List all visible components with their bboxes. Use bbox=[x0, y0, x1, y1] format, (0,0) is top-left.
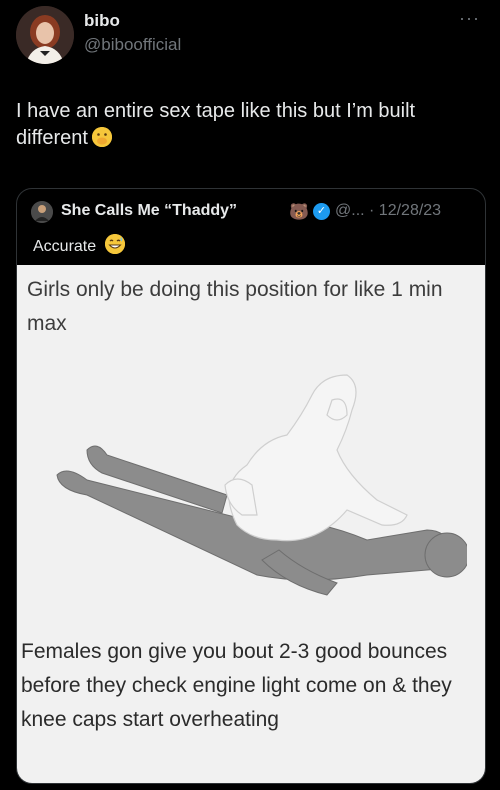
quoted-handle-date[interactable]: @... · 12/28/23 bbox=[335, 202, 441, 220]
bear-emoji-icon: 🐻 bbox=[289, 204, 309, 221]
quoted-display-name[interactable]: She Calls Me “Thaddy” bbox=[61, 202, 237, 220]
quoted-text-body: Accurate bbox=[33, 238, 97, 255]
profile-photo-icon bbox=[16, 6, 74, 64]
avatar[interactable] bbox=[16, 6, 74, 64]
figure-illustration bbox=[56, 374, 467, 596]
quoted-profile-icon bbox=[31, 201, 53, 223]
display-name[interactable]: bibo bbox=[84, 11, 120, 31]
tweet-body: I have an entire sex tape like this but … bbox=[16, 100, 416, 149]
quoted-avatar[interactable] bbox=[31, 201, 53, 223]
hand-over-mouth-emoji-icon bbox=[91, 127, 112, 147]
grinning-sweat-emoji-icon bbox=[104, 234, 125, 254]
tweet-text: I have an entire sex tape like this but … bbox=[16, 98, 466, 152]
more-options-icon[interactable]: ··· bbox=[459, 8, 480, 29]
quoted-text: Accurate bbox=[33, 234, 125, 256]
quoted-tweet[interactable]: She Calls Me “Thaddy” 🐻 ✓ @... · 12/28/2… bbox=[16, 188, 486, 784]
handle[interactable]: @biboofficial bbox=[84, 35, 181, 55]
verified-badge-icon: ✓ bbox=[313, 203, 330, 220]
quoted-media-image[interactable]: Girls only be doing this position for li… bbox=[17, 265, 485, 783]
meme-top-text: Girls only be doing this position for li… bbox=[27, 278, 443, 335]
meme-bottom-text: Females gon give you bout 2-3 good bounc… bbox=[21, 640, 452, 731]
